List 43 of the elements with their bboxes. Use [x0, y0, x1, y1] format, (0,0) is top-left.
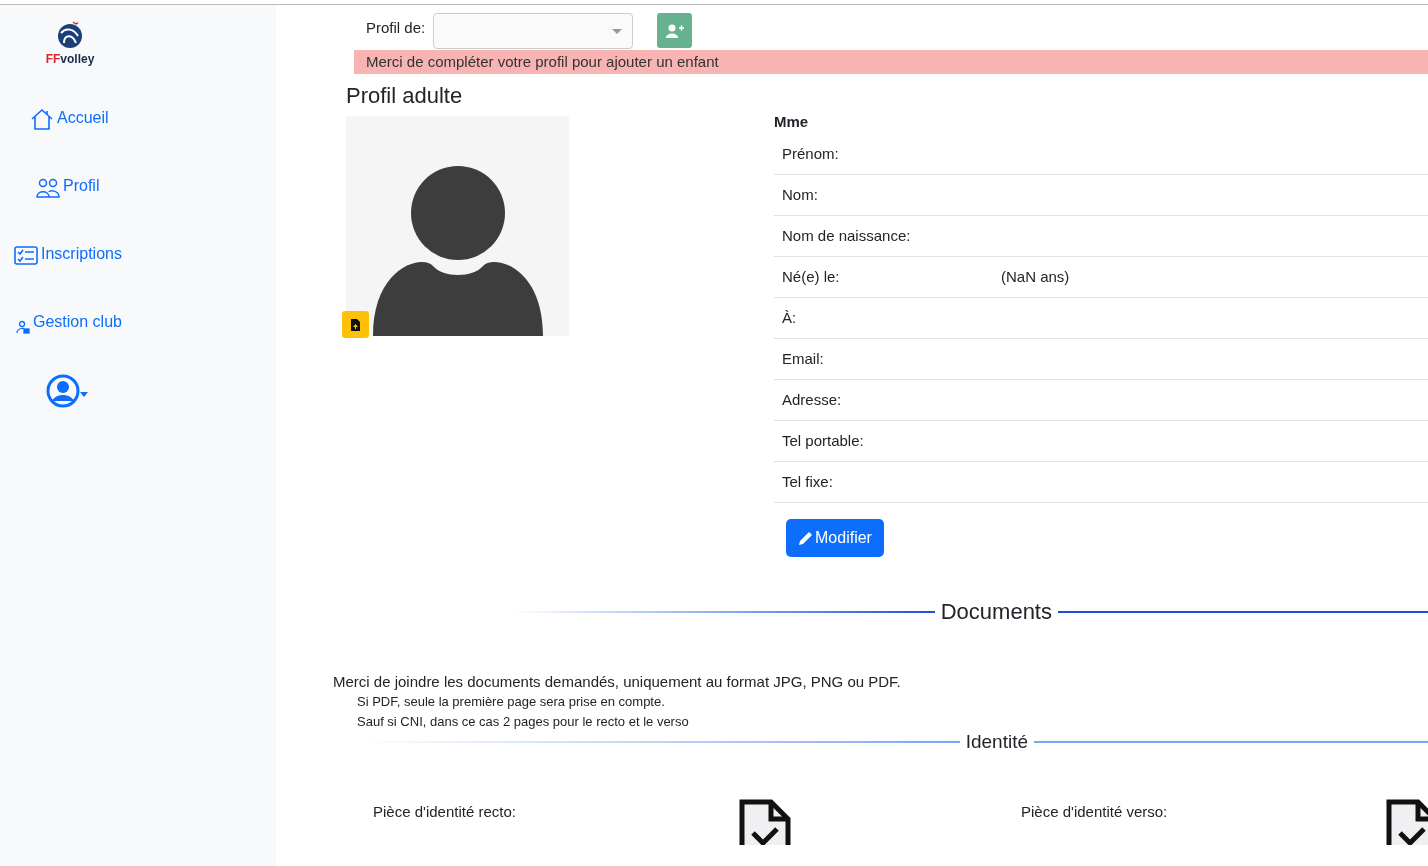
documents-intro: Merci de joindre les documents demandés, uniquement au format JPG, PNG ou PDF.: [333, 672, 902, 692]
documents-note: Sauf si CNI, dans ce cas 2 pages pour le recto et le verso: [357, 713, 690, 731]
field-label: Prénom:: [782, 143, 840, 164]
profile-heading: Profil adulte: [346, 82, 464, 110]
nav-link[interactable]: Profil: [0, 148, 276, 216]
field-label: À:: [782, 307, 798, 328]
user-lock-icon: [16, 320, 30, 334]
field-label: Né(e) le:: [782, 266, 841, 287]
checklist-icon: [14, 246, 38, 266]
logo-wordmark: FFvolley: [45, 52, 95, 66]
document-label: Pièce d'identité recto:: [373, 801, 517, 822]
profile-select-label: Profil de:: [366, 18, 426, 38]
pencil-icon: [798, 530, 813, 546]
age-value: (NaN ans): [1001, 266, 1070, 287]
warning-alert: Merci de compléter votre profil pour ajouter un enfant: [354, 50, 1428, 74]
user-circle-icon: [46, 374, 80, 408]
nav-link[interactable]: Gestion club: [0, 284, 276, 352]
nav-link[interactable]: Inscriptions: [0, 216, 276, 284]
edit-button[interactable]: Modifier: [786, 519, 884, 557]
field-label: Tel portable:: [782, 430, 865, 451]
nav-link[interactable]: Accueil: [0, 80, 276, 148]
documents-note: Si PDF, seule la première page sera prise en compte.: [357, 693, 666, 711]
caret-icon: [80, 391, 88, 397]
file-check-icon: [1386, 798, 1428, 845]
add-user-icon: [665, 23, 684, 38]
field-label: Nom de naissance:: [782, 225, 912, 246]
caret-icon: [612, 28, 623, 34]
field-label: Adresse:: [782, 389, 843, 410]
file-upload-icon: [351, 318, 360, 331]
add-child-button[interactable]: [657, 13, 693, 48]
file-check-icon: [739, 798, 791, 845]
civility: Mme: [774, 112, 810, 132]
home-icon: [30, 108, 54, 130]
field-label: Nom:: [782, 184, 819, 205]
identity-heading: Identité: [964, 730, 1029, 754]
volleyball-logo-icon: [56, 21, 84, 49]
field-label: Tel fixe:: [782, 471, 834, 492]
person-silhouette-icon: [372, 166, 543, 336]
people-icon: [36, 178, 60, 198]
document-label: Pièce d'identité verso:: [1021, 801, 1169, 822]
field-label: Email:: [782, 348, 825, 369]
upload-photo-button[interactable]: [342, 311, 369, 338]
documents-heading: Documents: [939, 598, 1053, 626]
